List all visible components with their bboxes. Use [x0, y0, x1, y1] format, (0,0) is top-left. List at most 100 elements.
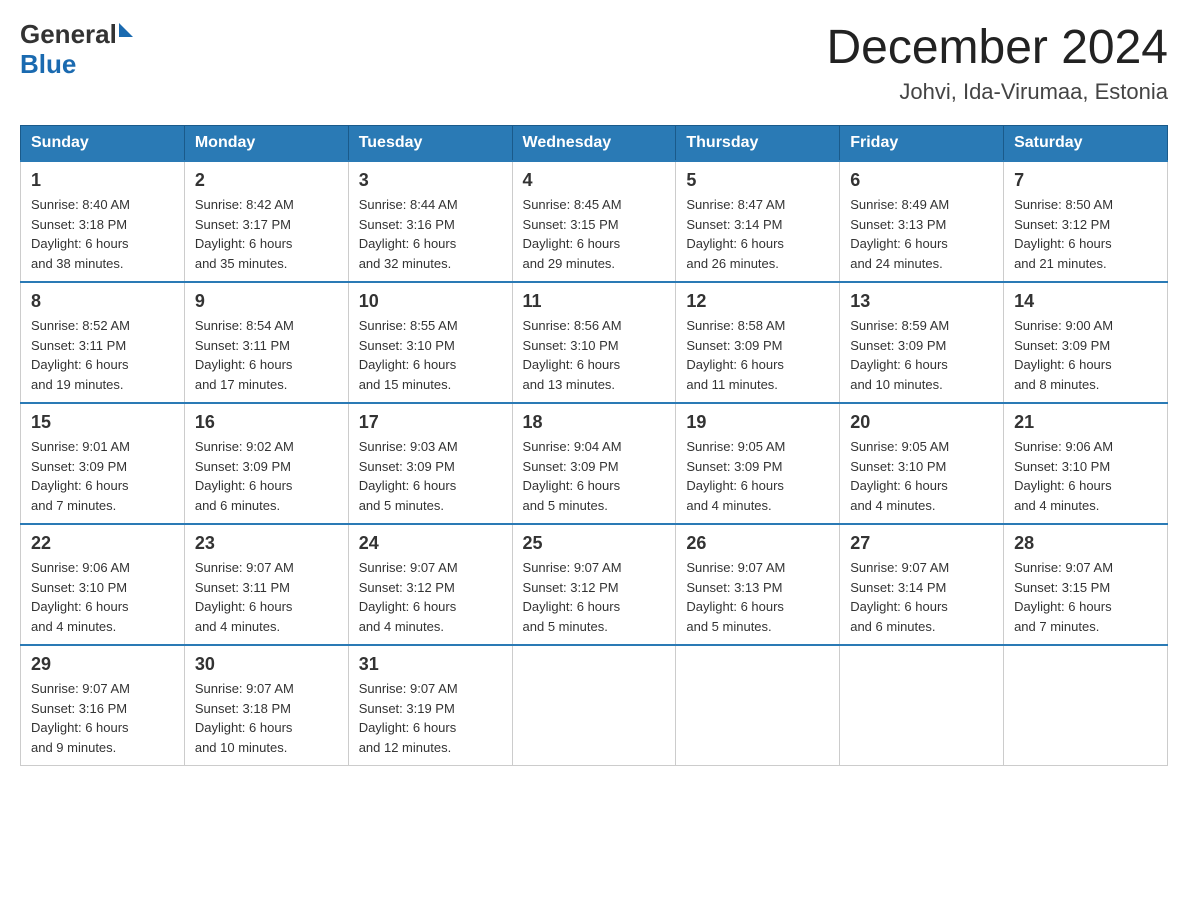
day-number: 13 [850, 291, 993, 312]
day-info: Sunrise: 8:58 AMSunset: 3:09 PMDaylight:… [686, 316, 829, 394]
day-info: Sunrise: 8:55 AMSunset: 3:10 PMDaylight:… [359, 316, 502, 394]
col-wednesday: Wednesday [512, 126, 676, 162]
day-info: Sunrise: 9:02 AMSunset: 3:09 PMDaylight:… [195, 437, 338, 515]
calendar-cell: 25Sunrise: 9:07 AMSunset: 3:12 PMDayligh… [512, 524, 676, 645]
day-info: Sunrise: 9:06 AMSunset: 3:10 PMDaylight:… [31, 558, 174, 636]
day-info: Sunrise: 9:03 AMSunset: 3:09 PMDaylight:… [359, 437, 502, 515]
calendar-cell: 1 Sunrise: 8:40 AMSunset: 3:18 PMDaylight… [21, 161, 185, 282]
calendar-cell: 8Sunrise: 8:52 AMSunset: 3:11 PMDaylight… [21, 282, 185, 403]
calendar-week-3: 15 Sunrise: 9:01 AMSunset: 3:09 PMDayligh… [21, 403, 1168, 524]
day-number: 12 [686, 291, 829, 312]
day-info: Sunrise: 9:07 AMSunset: 3:18 PMDaylight:… [195, 679, 338, 757]
calendar-cell [512, 645, 676, 766]
col-thursday: Thursday [676, 126, 840, 162]
day-info: Sunrise: 9:05 AMSunset: 3:10 PMDaylight:… [850, 437, 993, 515]
calendar-week-1: 1 Sunrise: 8:40 AMSunset: 3:18 PMDaylight… [21, 161, 1168, 282]
day-number: 5 [686, 170, 829, 191]
calendar-cell: 3 Sunrise: 8:44 AMSunset: 3:16 PMDaylight… [348, 161, 512, 282]
calendar-title: December 2024 [826, 20, 1168, 75]
page-header: General Blue December 2024 Johvi, Ida-Vi… [20, 20, 1168, 105]
logo-blue: Blue [20, 49, 76, 79]
day-number: 14 [1014, 291, 1157, 312]
calendar-week-2: 8Sunrise: 8:52 AMSunset: 3:11 PMDaylight… [21, 282, 1168, 403]
calendar-cell: 18Sunrise: 9:04 AMSunset: 3:09 PMDayligh… [512, 403, 676, 524]
calendar-cell [1004, 645, 1168, 766]
day-info: Sunrise: 8:50 AMSunset: 3:12 PMDaylight:… [1014, 195, 1157, 273]
day-number: 8 [31, 291, 174, 312]
day-number: 26 [686, 533, 829, 554]
day-number: 29 [31, 654, 174, 675]
calendar-week-4: 22 Sunrise: 9:06 AMSunset: 3:10 PMDayligh… [21, 524, 1168, 645]
day-info: Sunrise: 9:07 AMSunset: 3:13 PMDaylight:… [686, 558, 829, 636]
day-info: Sunrise: 8:56 AMSunset: 3:10 PMDaylight:… [523, 316, 666, 394]
day-number: 4 [523, 170, 666, 191]
day-info: Sunrise: 8:54 AMSunset: 3:11 PMDaylight:… [195, 316, 338, 394]
day-number: 16 [195, 412, 338, 433]
col-sunday: Sunday [21, 126, 185, 162]
day-info: Sunrise: 9:07 AMSunset: 3:19 PMDaylight:… [359, 679, 502, 757]
day-number: 22 [31, 533, 174, 554]
day-number: 20 [850, 412, 993, 433]
day-number: 19 [686, 412, 829, 433]
calendar-cell: 14 Sunrise: 9:00 AMSunset: 3:09 PMDayligh… [1004, 282, 1168, 403]
day-info: Sunrise: 8:40 AMSunset: 3:18 PMDaylight:… [31, 195, 174, 273]
col-saturday: Saturday [1004, 126, 1168, 162]
calendar-cell: 4 Sunrise: 8:45 AMSunset: 3:15 PMDaylight… [512, 161, 676, 282]
day-number: 9 [195, 291, 338, 312]
calendar-cell [840, 645, 1004, 766]
day-info: Sunrise: 8:47 AMSunset: 3:14 PMDaylight:… [686, 195, 829, 273]
day-number: 2 [195, 170, 338, 191]
title-section: December 2024 Johvi, Ida-Virumaa, Estoni… [826, 20, 1168, 105]
calendar-header: Sunday Monday Tuesday Wednesday Thursday… [21, 126, 1168, 162]
col-friday: Friday [840, 126, 1004, 162]
header-row: Sunday Monday Tuesday Wednesday Thursday… [21, 126, 1168, 162]
calendar-cell: 13 Sunrise: 8:59 AMSunset: 3:09 PMDayligh… [840, 282, 1004, 403]
day-info: Sunrise: 9:07 AMSunset: 3:15 PMDaylight:… [1014, 558, 1157, 636]
calendar-cell: 21Sunrise: 9:06 AMSunset: 3:10 PMDayligh… [1004, 403, 1168, 524]
calendar-cell: 20 Sunrise: 9:05 AMSunset: 3:10 PMDayligh… [840, 403, 1004, 524]
day-number: 23 [195, 533, 338, 554]
calendar-cell: 27 Sunrise: 9:07 AMSunset: 3:14 PMDayligh… [840, 524, 1004, 645]
calendar-table: Sunday Monday Tuesday Wednesday Thursday… [20, 125, 1168, 766]
calendar-cell: 9 Sunrise: 8:54 AMSunset: 3:11 PMDaylight… [184, 282, 348, 403]
day-number: 28 [1014, 533, 1157, 554]
day-info: Sunrise: 9:01 AMSunset: 3:09 PMDaylight:… [31, 437, 174, 515]
day-number: 3 [359, 170, 502, 191]
calendar-cell: 16 Sunrise: 9:02 AMSunset: 3:09 PMDayligh… [184, 403, 348, 524]
day-number: 21 [1014, 412, 1157, 433]
day-number: 10 [359, 291, 502, 312]
day-info: Sunrise: 9:07 AMSunset: 3:16 PMDaylight:… [31, 679, 174, 757]
day-number: 1 [31, 170, 174, 191]
day-number: 27 [850, 533, 993, 554]
day-number: 6 [850, 170, 993, 191]
calendar-cell: 23 Sunrise: 9:07 AMSunset: 3:11 PMDayligh… [184, 524, 348, 645]
day-number: 17 [359, 412, 502, 433]
day-info: Sunrise: 8:59 AMSunset: 3:09 PMDaylight:… [850, 316, 993, 394]
calendar-cell [676, 645, 840, 766]
day-info: Sunrise: 9:04 AMSunset: 3:09 PMDaylight:… [523, 437, 666, 515]
day-info: Sunrise: 9:07 AMSunset: 3:12 PMDaylight:… [359, 558, 502, 636]
logo: General Blue [20, 20, 133, 80]
day-info: Sunrise: 9:05 AMSunset: 3:09 PMDaylight:… [686, 437, 829, 515]
day-number: 25 [523, 533, 666, 554]
day-info: Sunrise: 9:07 AMSunset: 3:14 PMDaylight:… [850, 558, 993, 636]
day-number: 15 [31, 412, 174, 433]
calendar-cell: 2Sunrise: 8:42 AMSunset: 3:17 PMDaylight… [184, 161, 348, 282]
col-monday: Monday [184, 126, 348, 162]
day-info: Sunrise: 8:45 AMSunset: 3:15 PMDaylight:… [523, 195, 666, 273]
calendar-cell: 15 Sunrise: 9:01 AMSunset: 3:09 PMDayligh… [21, 403, 185, 524]
day-info: Sunrise: 9:00 AMSunset: 3:09 PMDaylight:… [1014, 316, 1157, 394]
day-number: 7 [1014, 170, 1157, 191]
day-info: Sunrise: 8:49 AMSunset: 3:13 PMDaylight:… [850, 195, 993, 273]
day-number: 11 [523, 291, 666, 312]
calendar-body: 1 Sunrise: 8:40 AMSunset: 3:18 PMDaylight… [21, 161, 1168, 766]
calendar-cell: 31Sunrise: 9:07 AMSunset: 3:19 PMDayligh… [348, 645, 512, 766]
calendar-cell: 10 Sunrise: 8:55 AMSunset: 3:10 PMDayligh… [348, 282, 512, 403]
col-tuesday: Tuesday [348, 126, 512, 162]
day-info: Sunrise: 8:44 AMSunset: 3:16 PMDaylight:… [359, 195, 502, 273]
calendar-cell: 29 Sunrise: 9:07 AMSunset: 3:16 PMDayligh… [21, 645, 185, 766]
calendar-cell: 7 Sunrise: 8:50 AMSunset: 3:12 PMDaylight… [1004, 161, 1168, 282]
calendar-cell: 17 Sunrise: 9:03 AMSunset: 3:09 PMDayligh… [348, 403, 512, 524]
calendar-cell: 5 Sunrise: 8:47 AMSunset: 3:14 PMDaylight… [676, 161, 840, 282]
day-info: Sunrise: 9:07 AMSunset: 3:11 PMDaylight:… [195, 558, 338, 636]
